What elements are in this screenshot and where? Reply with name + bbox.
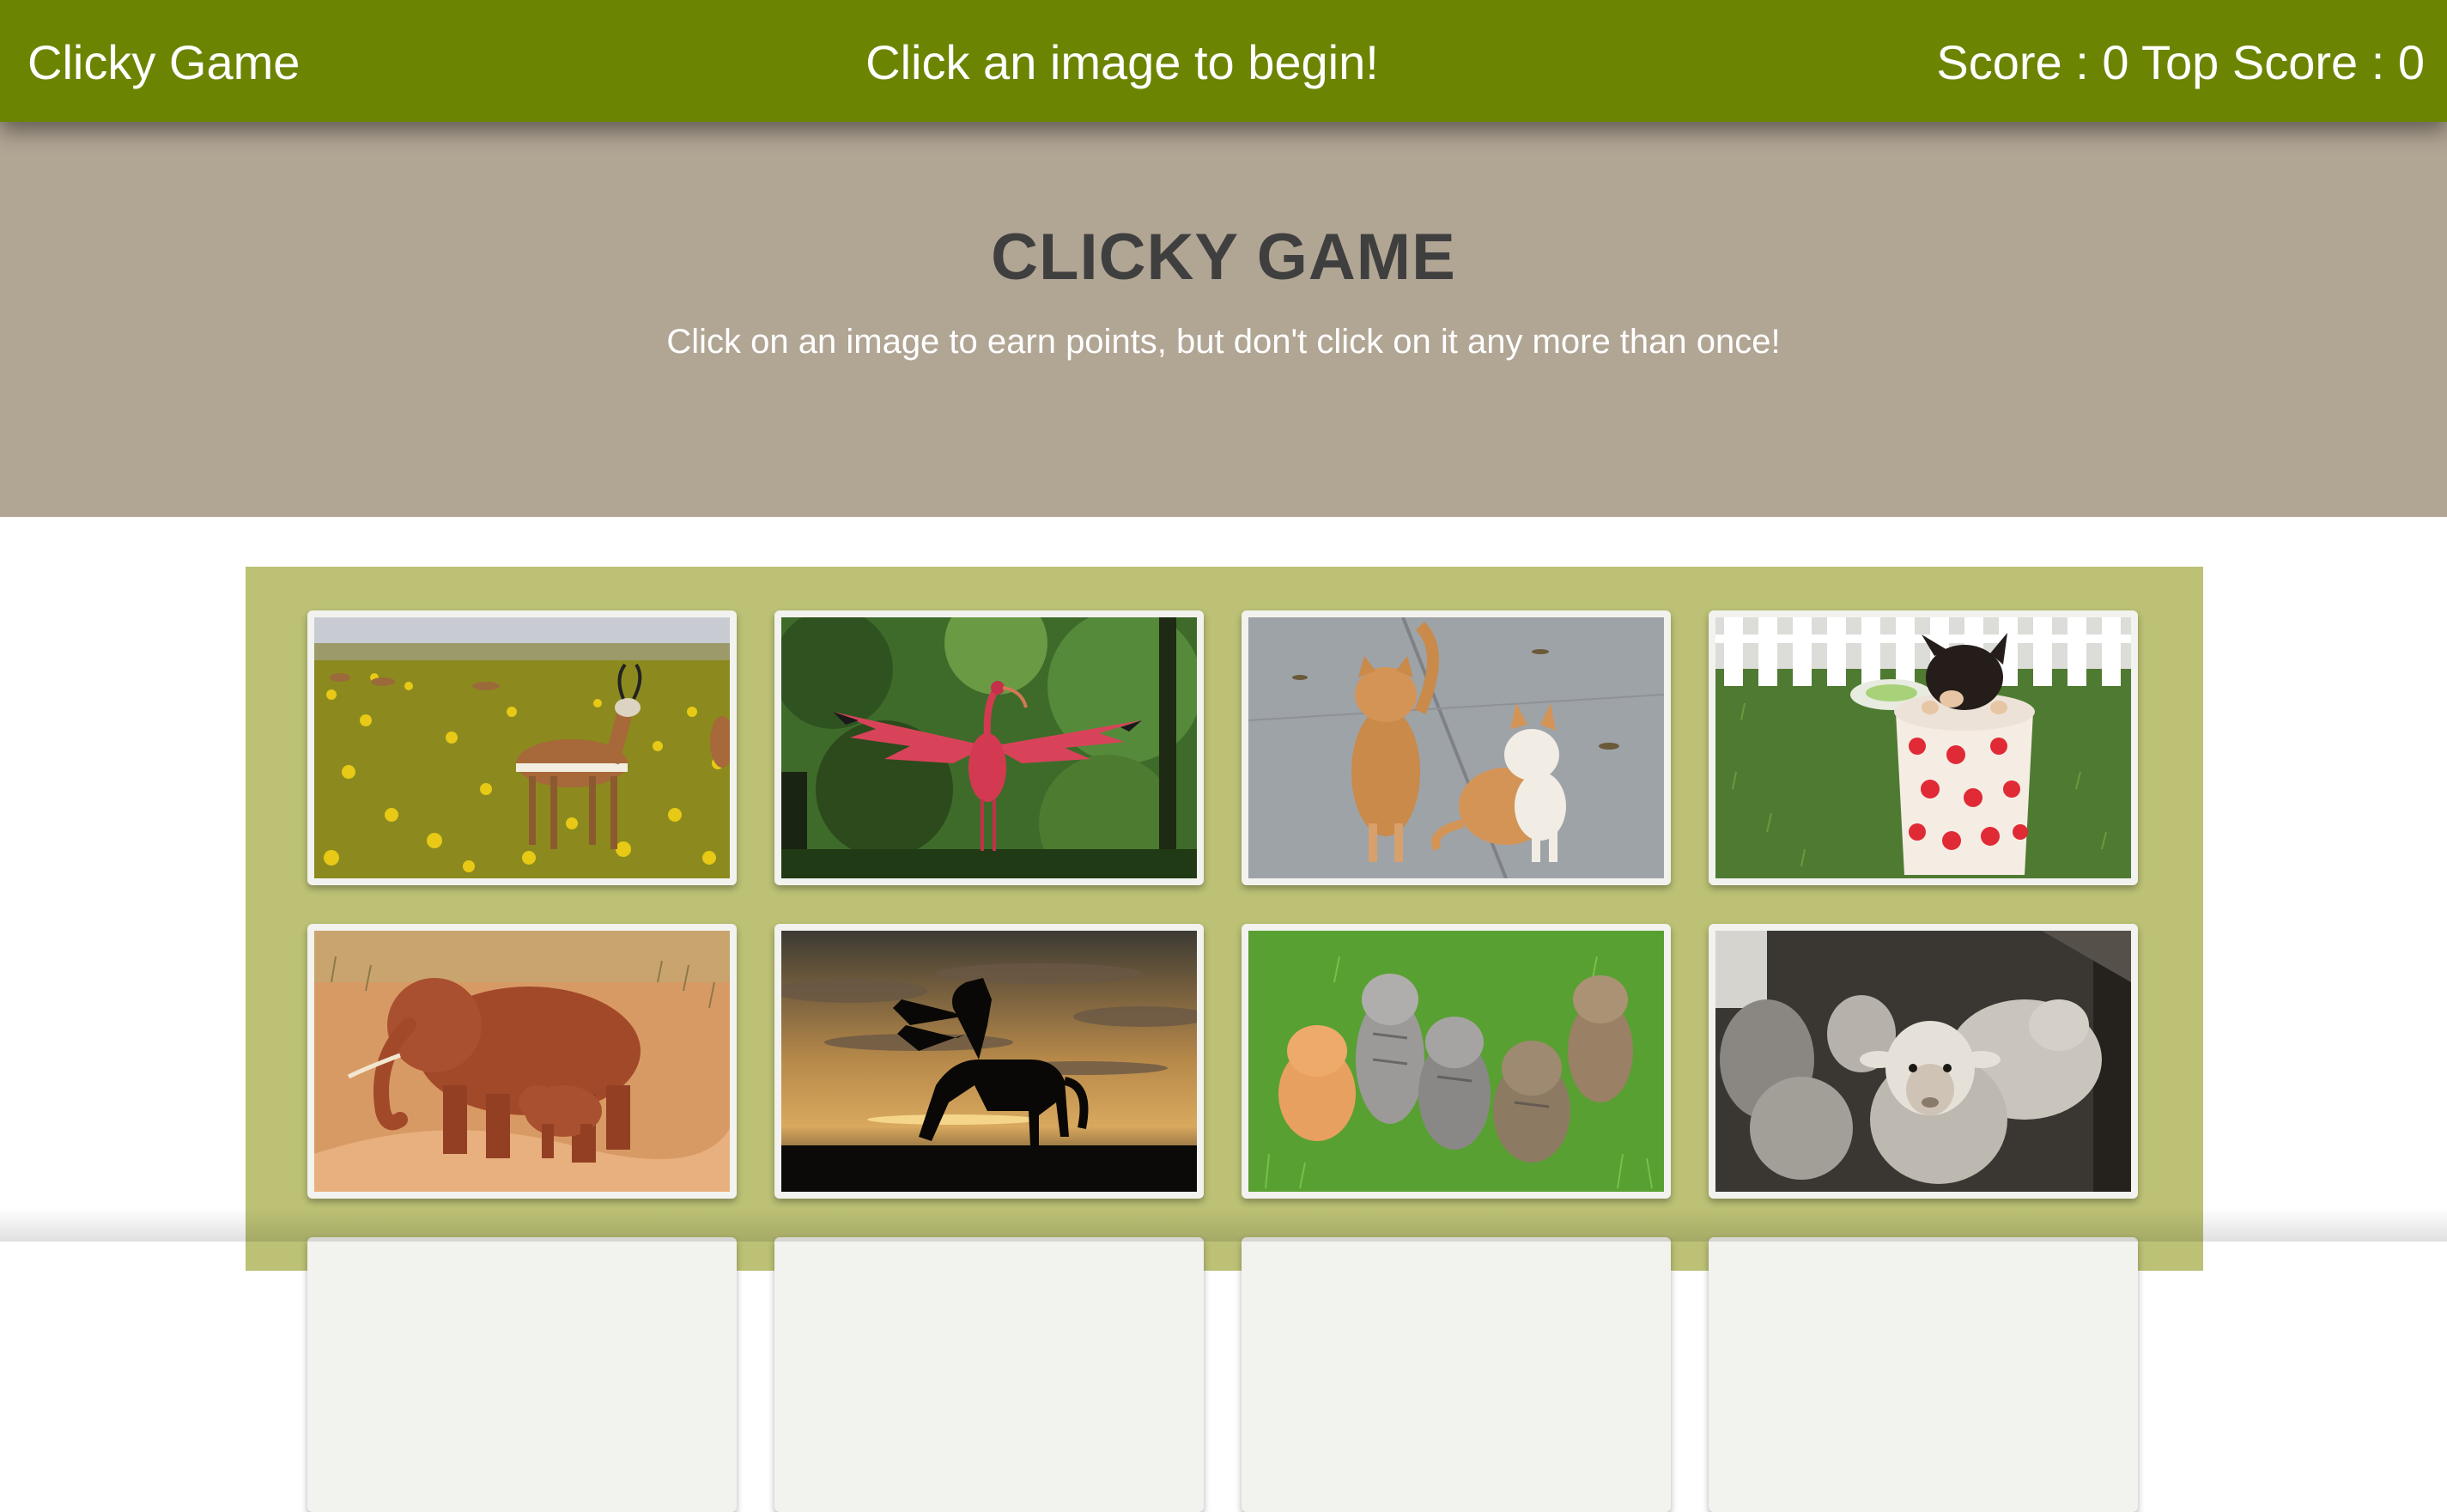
elephant-photo <box>314 931 730 1192</box>
image-card-row3-4[interactable] <box>1709 1237 2138 1512</box>
instructions-text: Click on an image to earn points, but do… <box>666 323 1781 361</box>
image-card-scarlet-ibis[interactable] <box>774 610 1204 885</box>
image-card-row3-3[interactable] <box>1242 1237 1671 1512</box>
image-card-row3-1[interactable] <box>307 1237 737 1512</box>
cats-photo <box>1248 617 1664 878</box>
jumbotron-header: CLICKY GAME Click on an image to earn po… <box>0 122 2447 517</box>
navbar: Clicky Game Click an image to begin! Sco… <box>0 0 2447 122</box>
puppy-photo <box>1715 617 2131 878</box>
image-card-gazelle[interactable] <box>307 610 737 885</box>
image-card-two-cats[interactable] <box>1242 610 1671 885</box>
horse-photo <box>781 931 1197 1192</box>
score-display: Score : 0 Top Score : 0 <box>1936 35 2425 89</box>
image-card-kittens[interactable] <box>1242 924 1671 1199</box>
gazelle-photo <box>314 617 730 878</box>
image-card-sheep[interactable] <box>1709 924 2138 1199</box>
ibis-photo <box>781 617 1197 878</box>
image-card-elephants[interactable] <box>307 924 737 1199</box>
game-board <box>246 567 2203 1512</box>
game-status-message: Click an image to begin! <box>865 35 1379 89</box>
image-card-horse-silhouette[interactable] <box>774 924 1204 1199</box>
sheep-photo <box>1715 931 2131 1192</box>
page-title: CLICKY GAME <box>991 221 1456 294</box>
image-card-puppy-in-cup[interactable] <box>1709 610 2138 885</box>
image-card-row3-2[interactable] <box>774 1237 1204 1512</box>
kittens-photo <box>1248 931 1664 1192</box>
